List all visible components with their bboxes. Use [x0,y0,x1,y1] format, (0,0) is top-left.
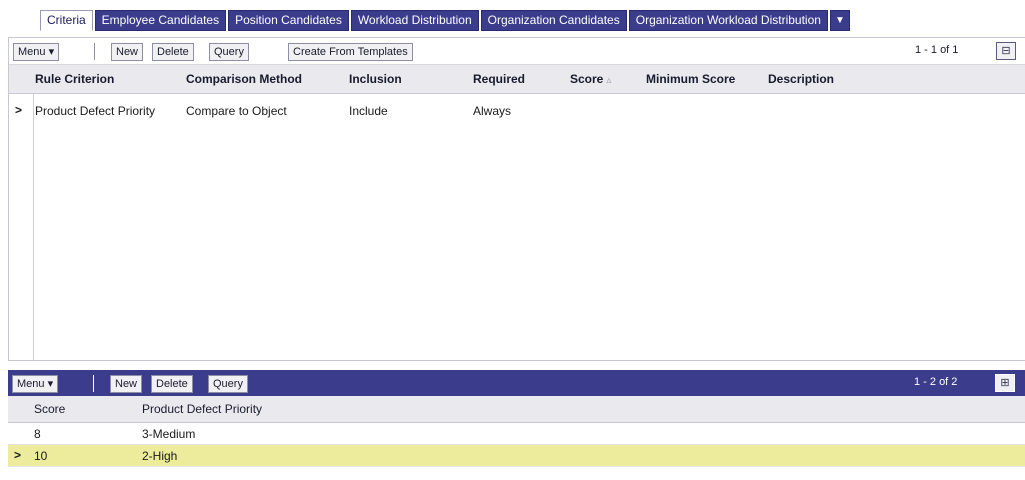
priority-score-list-applet: Menu ▾ New Delete Query 1 - 2 of 2 ⊞ Sco… [8,370,1025,480]
column-header-score[interactable]: Score ▵ [570,72,611,86]
delete-button[interactable]: Delete [151,375,193,393]
selected-row-arrow-icon: > [14,448,22,462]
column-header-score-label: Score [570,72,604,86]
selected-row-arrow-icon: > [15,103,23,117]
criteria-toolbar: Menu ▾ New Delete Query Create From Temp… [9,38,1025,65]
new-button[interactable]: New [110,375,143,393]
query-button[interactable]: Query [208,375,248,393]
column-header-rule-criterion[interactable]: Rule Criterion [35,72,114,86]
delete-button[interactable]: Delete [152,43,194,61]
criteria-column-headers: Rule Criterion Comparison Method Inclusi… [9,65,1025,94]
cell-product-defect-priority[interactable]: 2-High [142,449,177,463]
tab-criteria[interactable]: Criteria [40,10,93,31]
cell-score[interactable]: 10 [34,449,47,463]
sort-ascending-icon: ▵ [606,75,612,86]
menu-button[interactable]: Menu ▾ [13,43,60,61]
column-header-product-defect-priority[interactable]: Product Defect Priority [142,402,262,416]
row-selector-gutter [9,94,34,360]
create-from-templates-button[interactable]: Create From Templates [288,43,413,61]
cell-rule-criterion[interactable]: Product Defect Priority [35,104,155,118]
tab-position-candidates[interactable]: Position Candidates [228,10,349,31]
new-button[interactable]: New [111,43,144,61]
menu-button[interactable]: Menu ▾ [12,375,59,393]
view-tab-bar: Criteria Employee Candidates Position Ca… [0,0,1025,31]
priority-toolbar: Menu ▾ New Delete Query 1 - 2 of 2 ⊞ [8,370,1025,396]
expand-list-icon[interactable]: ⊞ [995,374,1015,392]
column-header-required[interactable]: Required [473,72,525,86]
column-header-minimum-score[interactable]: Minimum Score [646,72,735,86]
record-count: 1 - 2 of 2 [914,376,958,388]
toolbar-divider [94,43,95,60]
column-header-inclusion[interactable]: Inclusion [349,72,402,86]
criteria-list-applet: Menu ▾ New Delete Query Create From Temp… [8,37,1025,361]
cell-inclusion[interactable]: Include [349,104,388,118]
record-count: 1 - 1 of 1 [915,44,959,56]
column-header-comparison-method[interactable]: Comparison Method [186,72,302,86]
tab-list: Criteria Employee Candidates Position Ca… [40,10,850,31]
cell-required[interactable]: Always [473,104,511,118]
chevron-down-icon[interactable]: ▼ [829,10,850,31]
toolbar-divider [93,375,94,392]
priority-column-headers: Score Product Defect Priority [8,396,1025,423]
table-row[interactable]: 8 3-Medium [8,423,1025,445]
query-button[interactable]: Query [209,43,249,61]
tab-employee-candidates[interactable]: Employee Candidates [94,10,227,31]
table-row-selected[interactable]: > 10 2-High [8,445,1025,467]
cell-comparison-method[interactable]: Compare to Object [186,104,287,118]
column-header-description[interactable]: Description [768,72,834,86]
tab-organization-candidates[interactable]: Organization Candidates [480,10,627,31]
cell-score[interactable]: 8 [34,427,41,441]
table-row[interactable]: > Product Defect Priority Compare to Obj… [9,101,1025,121]
cell-product-defect-priority[interactable]: 3-Medium [142,427,195,441]
tab-organization-workload-distribution[interactable]: Organization Workload Distribution [628,10,828,31]
tab-workload-distribution[interactable]: Workload Distribution [350,10,479,31]
column-header-score[interactable]: Score [34,402,65,416]
collapse-list-icon[interactable]: ⊟ [996,42,1016,60]
